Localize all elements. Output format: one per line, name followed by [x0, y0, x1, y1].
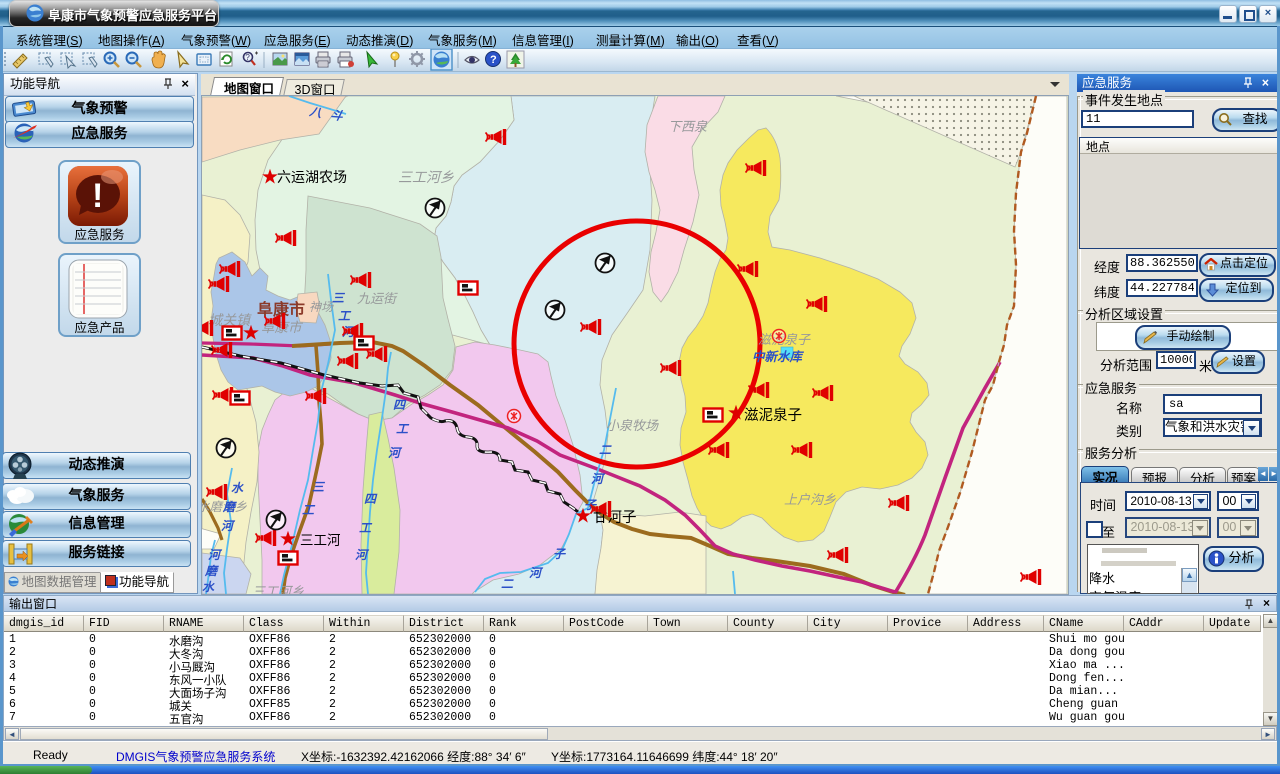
svg-text:子: 子 [553, 547, 567, 561]
svg-text:!: ! [92, 177, 103, 215]
svg-text:阜康市: 阜康市 [257, 300, 305, 319]
svg-text:四: 四 [393, 398, 407, 412]
svg-text:中新水库: 中新水库 [752, 350, 805, 364]
svg-text:上户沟乡: 上户沟乡 [784, 492, 836, 507]
svg-text:九运街: 九运街 [357, 291, 398, 306]
svg-text:磨: 磨 [204, 564, 219, 578]
svg-text:六运湖农场: 六运湖农场 [277, 169, 347, 185]
svg-text:磨: 磨 [222, 500, 237, 514]
svg-text:四: 四 [364, 492, 378, 506]
svg-text:水: 水 [202, 580, 215, 594]
svg-text:下西泉: 下西泉 [668, 119, 708, 134]
svg-text:工: 工 [396, 422, 410, 436]
svg-text:二: 二 [501, 577, 514, 591]
svg-text:小泉牧场: 小泉牧场 [606, 418, 659, 433]
svg-text:?: ? [245, 53, 250, 62]
svg-text:?: ? [490, 54, 497, 66]
svg-text:工: 工 [338, 309, 352, 323]
svg-text:滋泥泉子: 滋泥泉子 [744, 407, 802, 424]
svg-text:工: 工 [302, 503, 316, 517]
svg-text:三: 三 [312, 480, 326, 494]
svg-text:二: 二 [599, 443, 612, 457]
svg-text:三: 三 [332, 291, 346, 305]
svg-text:三工河: 三工河 [300, 533, 341, 548]
svg-text:神场: 神场 [309, 300, 334, 314]
svg-text:三工河乡: 三工河乡 [398, 169, 454, 185]
svg-text:水: 水 [231, 481, 244, 495]
svg-text:三工河乡: 三工河乡 [252, 584, 304, 594]
svg-text:工: 工 [359, 521, 373, 535]
